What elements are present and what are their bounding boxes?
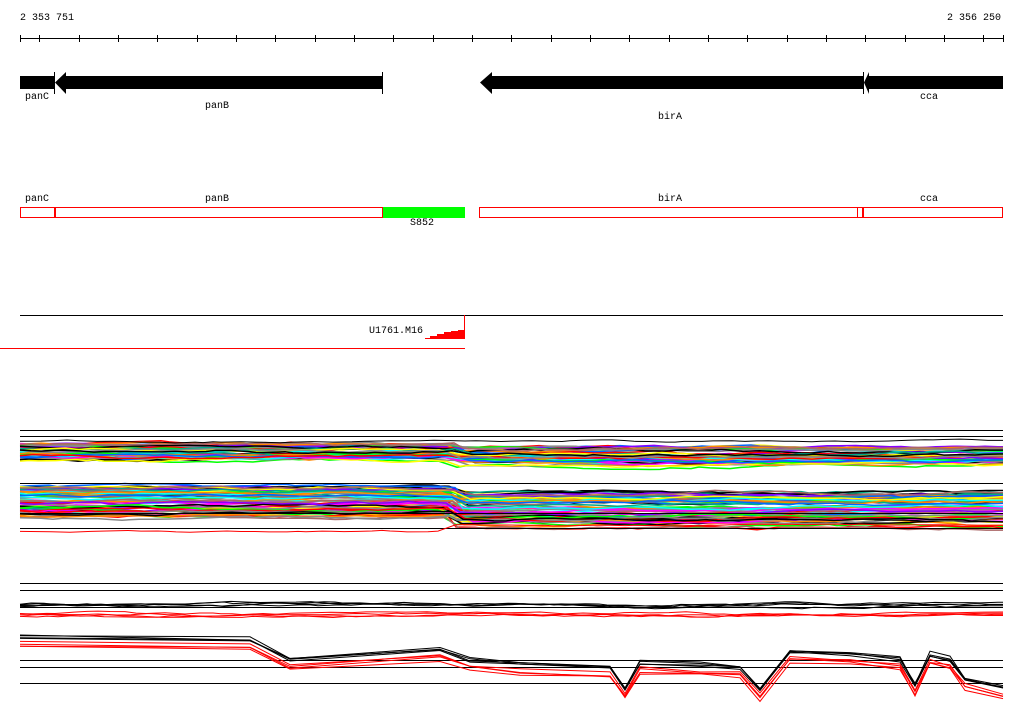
feature-small-box[interactable] bbox=[857, 207, 863, 218]
expression-plots bbox=[19, 430, 1004, 703]
gene-cca-arrow[interactable] bbox=[864, 72, 1003, 94]
feature-label-cca: cca bbox=[920, 194, 939, 205]
annotation-track[interactable] bbox=[20, 207, 1003, 218]
gene-birA-arrow[interactable] bbox=[480, 72, 863, 94]
feature-birA-box[interactable] bbox=[479, 207, 858, 218]
feature-label-birA: birA bbox=[658, 194, 683, 205]
feature-panB-box[interactable] bbox=[55, 207, 383, 218]
feature-label-panB: panB bbox=[205, 194, 230, 205]
genome-browser-canvas bbox=[0, 35, 1004, 703]
segment-label: U1761.M16 bbox=[369, 326, 424, 337]
segment-track[interactable] bbox=[0, 315, 1003, 349]
gene-track[interactable] bbox=[20, 72, 1003, 94]
gene-label-birA: birA bbox=[658, 112, 683, 123]
gene-label-cca: cca bbox=[920, 92, 939, 103]
gene-label-panB: panB bbox=[205, 101, 230, 112]
feature-label-panC: panC bbox=[25, 194, 50, 205]
ruler-start-label: 2 353 751 bbox=[20, 13, 75, 24]
feature-label-S852: S852 bbox=[410, 218, 435, 229]
gene-panC[interactable] bbox=[20, 76, 54, 89]
gene-panB-arrow[interactable] bbox=[55, 72, 382, 94]
gene-label-panC: panC bbox=[25, 92, 50, 103]
feature-S852-box[interactable] bbox=[383, 207, 465, 218]
segment-ramp-icon bbox=[425, 330, 465, 339]
profile-line bbox=[19, 643, 1004, 699]
feature-panC-box[interactable] bbox=[20, 207, 55, 218]
ruler-end-label: 2 356 250 bbox=[947, 13, 1002, 24]
coordinate-ruler bbox=[20, 35, 1004, 42]
feature-cca-box[interactable] bbox=[863, 207, 1003, 218]
